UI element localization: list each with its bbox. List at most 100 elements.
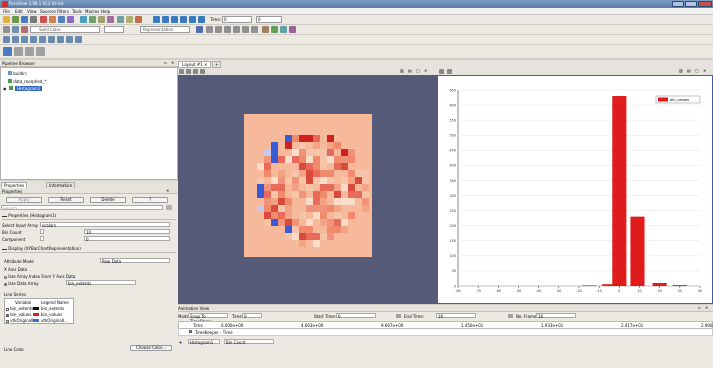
series-checkbox[interactable] <box>6 313 9 317</box>
render-view[interactable] <box>178 75 437 304</box>
no-frames-field[interactable]: 16 <box>536 313 576 319</box>
delete-button[interactable]: Delete <box>90 197 126 203</box>
maximize-view-icon[interactable]: ▢ <box>695 68 699 73</box>
timekeeper-checkbox[interactable] <box>189 330 192 333</box>
property-combo[interactable]: Bin Count <box>224 339 274 345</box>
rotate-icon[interactable] <box>262 26 269 33</box>
threshold-icon[interactable] <box>39 36 46 43</box>
use-index-radio[interactable] <box>4 275 7 279</box>
pipeline-item-selected[interactable]: ◉ Histogram1 <box>3 86 63 92</box>
undock-animation-icon[interactable]: ▫ <box>698 305 701 310</box>
extract-level-icon[interactable] <box>14 47 23 56</box>
first-frame-icon[interactable] <box>153 16 160 23</box>
close-panel-icon[interactable]: ✕ <box>171 60 174 65</box>
eye-icon[interactable]: ◉ <box>3 86 7 91</box>
close-animation-icon[interactable]: ✕ <box>705 305 708 310</box>
save-icon[interactable] <box>12 16 19 23</box>
menu-tools[interactable]: Tools <box>72 9 82 14</box>
rescale-icon[interactable] <box>21 26 28 33</box>
menu-filters[interactable]: Filters <box>57 9 69 14</box>
table-row[interactable]: bin_values bin_values <box>6 312 74 317</box>
use-data-array-combo[interactable]: bin_extents <box>66 280 136 286</box>
capture-icon[interactable] <box>200 69 205 74</box>
choose-color-button[interactable]: Choose Color... <box>130 345 172 351</box>
next-frame-icon[interactable] <box>180 16 187 23</box>
apply-button[interactable]: Apply <box>6 197 42 203</box>
time-value-field[interactable]: 0 <box>222 16 252 23</box>
chart-capture-icon[interactable] <box>447 69 452 74</box>
timekeeper-track[interactable]: TimeKeeper - Time <box>178 329 713 336</box>
help-icon[interactable] <box>67 16 74 23</box>
lock-end-icon[interactable] <box>508 314 513 318</box>
series-checkbox[interactable] <box>6 319 9 323</box>
series-color-swatch[interactable] <box>33 307 39 310</box>
last-frame-icon[interactable] <box>189 16 196 23</box>
clip-icon[interactable] <box>21 36 28 43</box>
render-options-icon[interactable] <box>193 69 198 74</box>
menu-file[interactable]: File <box>3 9 10 14</box>
select-input-array-combo[interactable]: scalars <box>40 222 170 228</box>
table-row[interactable]: bin_extents bin_extents <box>6 306 74 311</box>
series-checkbox[interactable] <box>6 307 9 311</box>
start-time-field[interactable]: 0 <box>336 313 376 319</box>
collapse-icon[interactable] <box>2 215 7 217</box>
advanced-toggle-icon[interactable] <box>166 205 172 210</box>
interact-icon[interactable] <box>107 16 114 23</box>
close-view-icon[interactable]: ✕ <box>703 68 706 73</box>
add-layout-tab[interactable]: + <box>212 61 222 68</box>
connect-icon[interactable] <box>21 16 28 23</box>
slice-icon[interactable] <box>30 36 37 43</box>
pick-center-icon[interactable] <box>289 26 296 33</box>
menu-help[interactable]: Help <box>101 9 110 14</box>
component-slider[interactable] <box>40 236 44 241</box>
view-plus-x-icon[interactable] <box>206 26 213 33</box>
series-color-swatch[interactable] <box>33 313 39 316</box>
grab-icon[interactable] <box>126 16 133 23</box>
scalar-bar-icon[interactable] <box>3 26 10 33</box>
contour-icon[interactable] <box>12 36 19 43</box>
menu-sources[interactable]: Sources <box>40 9 56 14</box>
tab-layout-1[interactable]: Layout #1 ✕ <box>178 61 212 68</box>
open-icon[interactable] <box>3 16 10 23</box>
loop-icon[interactable] <box>198 16 205 23</box>
frame-spinbox[interactable]: 0 <box>256 16 282 23</box>
minimize-button[interactable] <box>672 1 684 7</box>
view-minus-z-icon[interactable] <box>251 26 258 33</box>
close-view-icon[interactable]: ✕ <box>424 68 427 73</box>
menu-macros[interactable]: Macros <box>85 9 99 14</box>
color-map-icon[interactable] <box>12 26 19 33</box>
zoom-icon[interactable] <box>117 16 124 23</box>
color-by-combo[interactable]: Solid Color <box>30 26 100 33</box>
select-points-icon[interactable] <box>89 16 96 23</box>
redo-icon[interactable] <box>49 16 56 23</box>
calculator-icon[interactable] <box>3 36 10 43</box>
bin-count-slider[interactable] <box>40 229 44 234</box>
extract-subset-icon[interactable] <box>48 36 55 43</box>
chart-options-icon[interactable] <box>439 69 444 74</box>
split-horizontal-icon[interactable]: ▥ <box>400 68 404 73</box>
maximize-view-icon[interactable]: ▢ <box>416 68 420 73</box>
undo-icon[interactable] <box>40 16 47 23</box>
view-minus-y-icon[interactable] <box>233 26 240 33</box>
group-datasets-icon[interactable] <box>3 47 12 56</box>
component-combo[interactable] <box>104 26 124 33</box>
split-horizontal-icon[interactable]: ▥ <box>679 68 683 73</box>
stream-tracer-icon[interactable] <box>66 36 73 43</box>
pipeline-item[interactable]: data_morphed_* <box>8 79 46 84</box>
maximize-button[interactable] <box>685 1 697 7</box>
menu-view[interactable]: View <box>27 9 37 14</box>
end-time-field[interactable]: 16 <box>436 313 476 319</box>
warp-icon[interactable] <box>75 36 82 43</box>
glyph-icon[interactable] <box>57 36 64 43</box>
query-icon[interactable] <box>25 47 34 56</box>
representation-combo[interactable]: Representation <box>140 26 190 33</box>
view-plus-z-icon[interactable] <box>242 26 249 33</box>
center-icon[interactable] <box>271 26 278 33</box>
reset-camera-icon[interactable] <box>58 16 65 23</box>
plot-over-line-icon[interactable] <box>36 47 45 56</box>
previous-frame-icon[interactable] <box>162 16 169 23</box>
add-track-icon[interactable]: ✚ <box>179 340 182 345</box>
component-field[interactable]: 0 <box>84 236 170 242</box>
split-vertical-icon[interactable]: ▤ <box>687 68 691 73</box>
select-cells-icon[interactable] <box>98 16 105 23</box>
